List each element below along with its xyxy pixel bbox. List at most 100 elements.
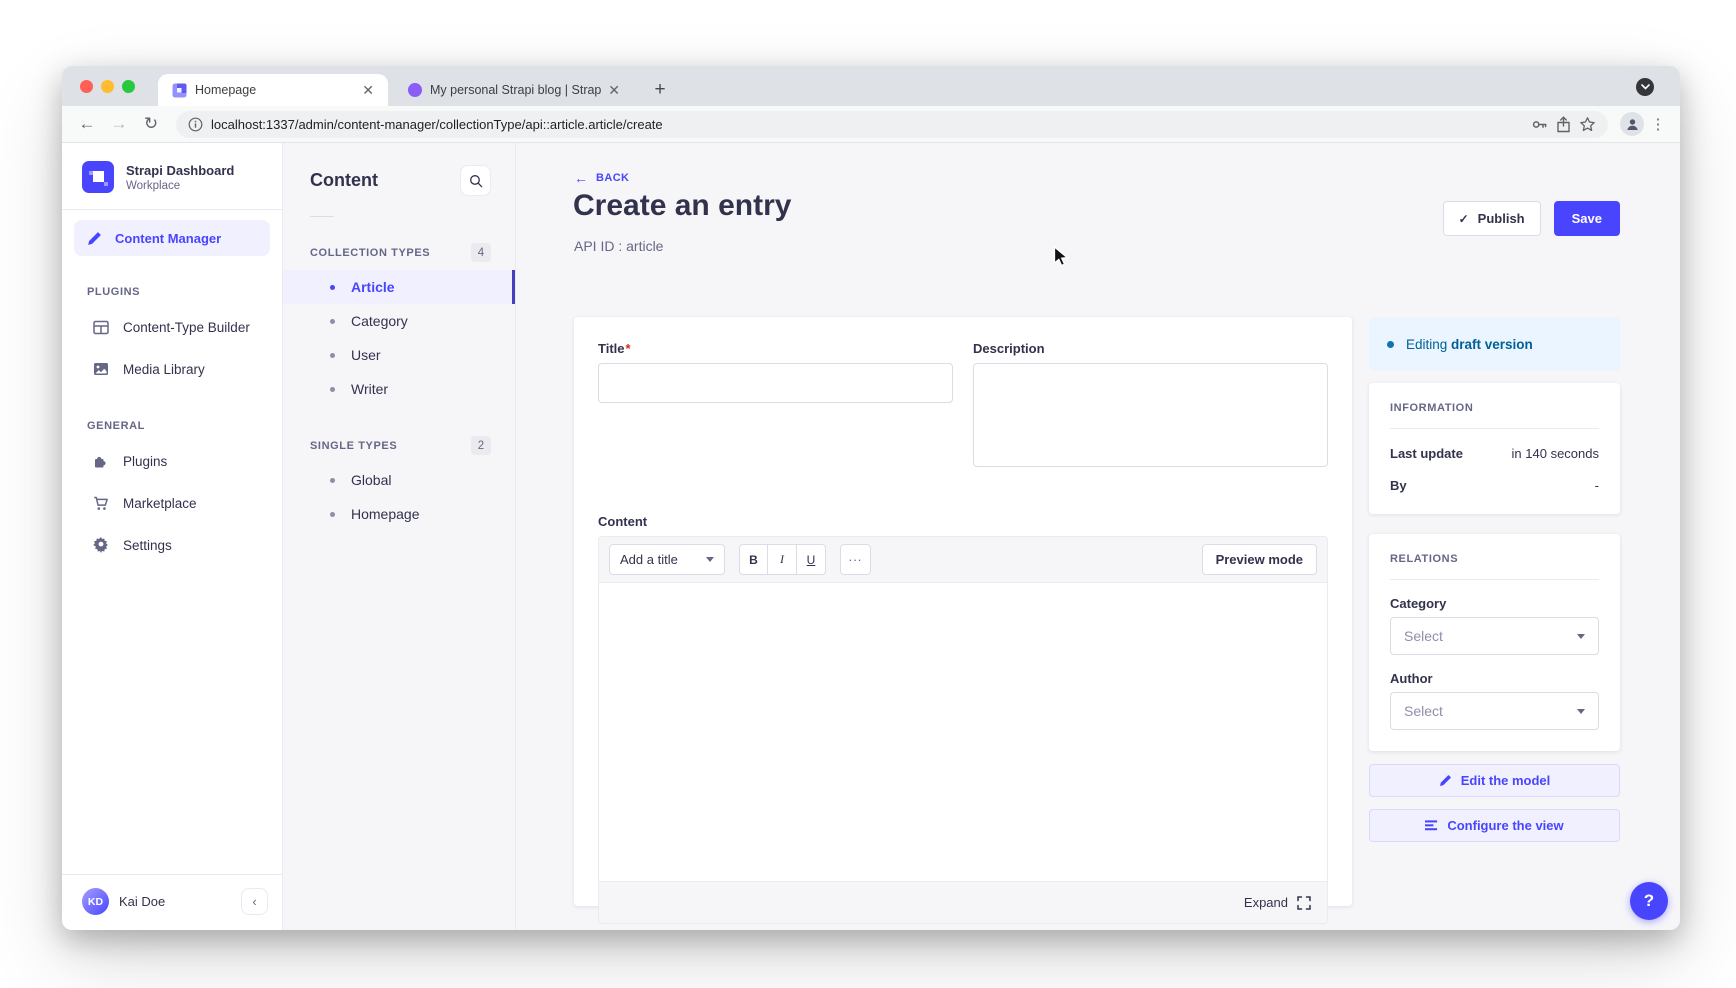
bookmark-star-icon[interactable] [1579, 116, 1596, 133]
subnav-item-label: Category [351, 313, 408, 329]
bullet-icon [330, 512, 335, 517]
save-button[interactable]: Save [1554, 201, 1620, 236]
back-link[interactable]: ← BACK [574, 171, 629, 185]
browser-menu-icon[interactable]: ⋮ [1650, 122, 1666, 127]
check-icon: ✓ [1459, 212, 1469, 226]
chevron-down-icon [1641, 84, 1650, 90]
general-section-header: GENERAL [87, 420, 282, 432]
subnav-item-category[interactable]: Category [283, 304, 515, 338]
author-select[interactable]: Select [1390, 692, 1599, 730]
close-window-button[interactable] [80, 80, 93, 93]
bold-button[interactable]: B [739, 544, 768, 575]
zoom-window-button[interactable] [122, 80, 135, 93]
help-button[interactable]: ? [1630, 882, 1668, 920]
information-header: INFORMATION [1390, 402, 1599, 414]
subnav-item-user[interactable]: User [283, 338, 515, 372]
more-formatting-button[interactable]: ... [840, 544, 871, 575]
by-value: - [1595, 478, 1599, 493]
tab-title: My personal Strapi blog | Strap [430, 83, 604, 97]
reload-icon[interactable]: ↻ [138, 111, 164, 137]
sidebar-item-label: Settings [123, 538, 172, 553]
url-text: localhost:1337/admin/content-manager/col… [211, 117, 1523, 132]
subnav-item-label: Global [351, 472, 391, 488]
page-title: Create an entry [573, 189, 791, 223]
password-key-icon[interactable] [1531, 116, 1548, 133]
subnav-item-global[interactable]: Global [283, 463, 515, 497]
user-avatar[interactable]: KD [82, 888, 109, 915]
chevron-down-icon [706, 557, 714, 562]
by-row: By - [1390, 478, 1599, 493]
subnav-item-article[interactable]: Article [283, 270, 515, 304]
workspace-brand[interactable]: Strapi Dashboard Workplace [62, 143, 282, 209]
filter-lines-icon [1425, 820, 1438, 831]
italic-button[interactable]: I [768, 544, 797, 575]
sidebar-item-media-library[interactable]: Media Library [74, 348, 270, 390]
browser-toolbar: ← → ↻ localhost:1337/admin/content-manag… [62, 106, 1680, 143]
sidebar-item-settings[interactable]: Settings [74, 524, 270, 566]
pencil-icon [1439, 774, 1452, 787]
address-bar[interactable]: localhost:1337/admin/content-manager/col… [176, 111, 1608, 138]
cart-icon [92, 496, 109, 511]
share-icon[interactable] [1556, 116, 1571, 133]
sidebar-item-content-manager[interactable]: Content Manager [74, 220, 270, 256]
expand-icon[interactable] [1297, 896, 1311, 910]
gear-icon [92, 537, 109, 553]
title-field-label: Title* [598, 341, 953, 356]
back-arrow-icon: ← [574, 171, 588, 185]
tab-strip: Homepage ✕ My personal Strapi blog | Str… [62, 66, 1680, 106]
heading-select[interactable]: Add a title [609, 544, 725, 575]
sidebar-item-content-type-builder[interactable]: Content-Type Builder [74, 306, 270, 348]
back-nav-icon[interactable]: ← [74, 111, 100, 137]
category-select[interactable]: Select [1390, 617, 1599, 655]
chevron-down-icon [1577, 634, 1585, 639]
author-label: Author [1390, 671, 1599, 686]
single-types-count: 2 [471, 436, 491, 455]
underline-button[interactable]: U [797, 544, 826, 575]
forward-nav-icon[interactable]: → [106, 111, 132, 137]
bullet-icon [330, 285, 335, 290]
collapse-sidebar-button[interactable]: ‹ [241, 888, 268, 915]
publish-button[interactable]: ✓ Publish [1443, 201, 1541, 236]
user-row: KD Kai Doe ‹ [62, 874, 282, 930]
browser-profile-avatar[interactable] [1620, 112, 1644, 136]
sidebar-item-marketplace[interactable]: Marketplace [74, 482, 270, 524]
description-textarea[interactable] [973, 363, 1328, 467]
user-name: Kai Doe [119, 894, 231, 909]
tab-search-button[interactable] [1636, 78, 1654, 96]
chevron-down-icon [1577, 709, 1585, 714]
collection-types-count: 4 [471, 243, 491, 262]
title-input[interactable] [598, 363, 953, 403]
site-info-icon[interactable] [188, 117, 203, 132]
bullet-icon [330, 387, 335, 392]
tab-strapi-blog[interactable]: My personal Strapi blog | Strap ✕ [396, 74, 634, 106]
sidebar-item-plugins[interactable]: Plugins [74, 440, 270, 482]
sidebar-item-label: Media Library [123, 362, 205, 377]
main-sidebar: Strapi Dashboard Workplace Content Manag… [62, 143, 283, 930]
new-tab-button[interactable]: + [646, 76, 674, 104]
tab-title: Homepage [195, 83, 358, 97]
sidebar-item-label: Marketplace [123, 496, 197, 511]
required-asterisk: * [626, 341, 631, 356]
content-subnav: Content COLLECTION TYPES 4 Article Categ… [283, 143, 516, 930]
configure-view-button[interactable]: Configure the view [1369, 809, 1620, 842]
tab-homepage[interactable]: Homepage ✕ [158, 74, 388, 106]
puzzle-icon [92, 453, 109, 469]
last-update-row: Last update in 140 seconds [1390, 446, 1599, 461]
preview-mode-button[interactable]: Preview mode [1202, 544, 1317, 575]
editor-body[interactable] [599, 583, 1327, 881]
subnav-item-homepage[interactable]: Homepage [283, 497, 515, 531]
content-field-label: Content [598, 514, 1328, 529]
image-icon [92, 362, 109, 376]
expand-button[interactable]: Expand [1244, 895, 1288, 910]
minimize-window-button[interactable] [101, 80, 114, 93]
tab-close-icon[interactable]: ✕ [358, 82, 378, 99]
tab-close-icon[interactable]: ✕ [604, 82, 624, 99]
last-update-value: in 140 seconds [1512, 446, 1599, 461]
sidebar-item-label: Plugins [123, 454, 167, 469]
divider [1390, 428, 1599, 429]
blog-favicon [408, 83, 422, 97]
plugins-section-header: PLUGINS [87, 286, 282, 298]
edit-model-button[interactable]: Edit the model [1369, 764, 1620, 797]
subnav-item-writer[interactable]: Writer [283, 372, 515, 406]
search-button[interactable] [460, 165, 491, 196]
